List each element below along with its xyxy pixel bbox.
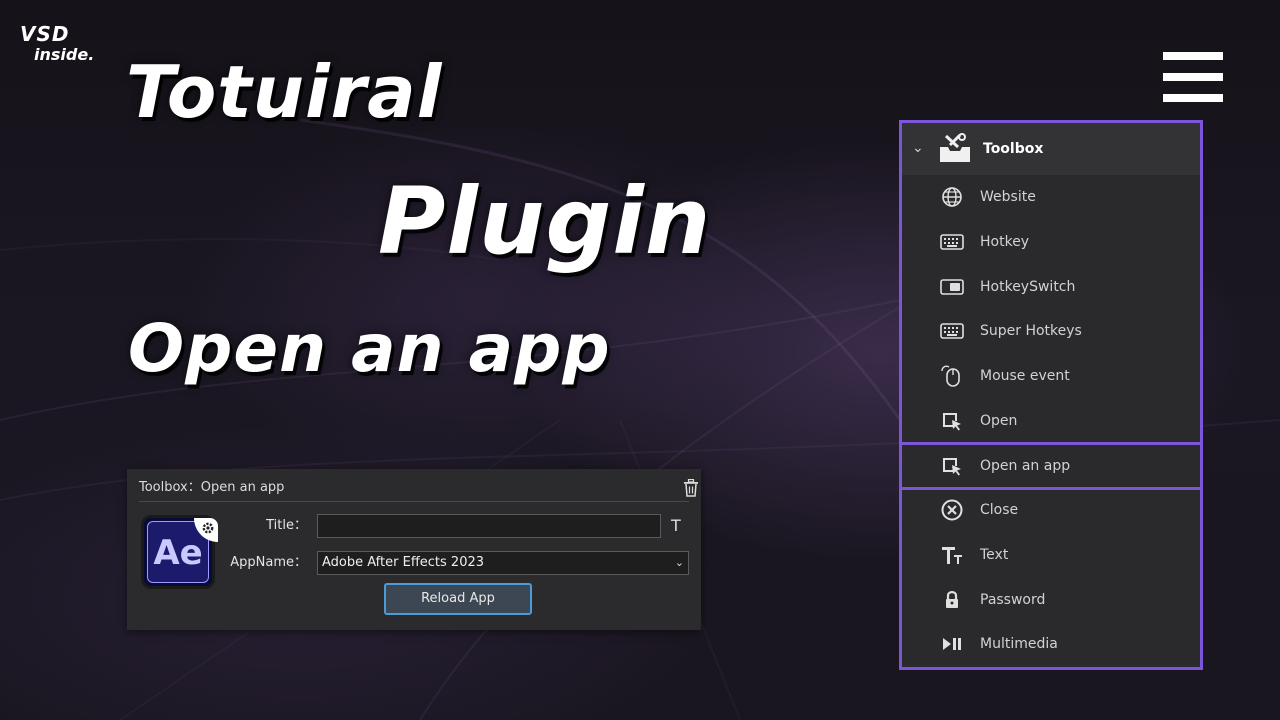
toolbox-item-label: Password bbox=[980, 592, 1046, 608]
editor-breadcrumb: Toolbox：Open an app bbox=[139, 480, 285, 495]
toolbox-title: Toolbox bbox=[983, 141, 1044, 157]
appname-label: AppName： bbox=[230, 555, 307, 570]
brand-logo: VSD inside. bbox=[16, 22, 114, 66]
trash-icon[interactable] bbox=[683, 479, 699, 497]
hamburger-menu-icon[interactable] bbox=[1163, 52, 1223, 102]
cursor-click-icon bbox=[943, 458, 961, 476]
brand-subtitle: inside. bbox=[34, 45, 95, 64]
close-circle-icon bbox=[941, 499, 963, 521]
cursor-click-icon bbox=[943, 413, 961, 431]
toolbox-item-open-an-app[interactable]: Open an app bbox=[902, 444, 1200, 488]
text-icon bbox=[942, 547, 962, 564]
toolbox-header[interactable]: ⌄ Toolbox bbox=[902, 123, 1200, 175]
toolbox-item-super-hotkeys[interactable]: Super Hotkeys bbox=[902, 309, 1200, 353]
editor-header: Toolbox：Open an app bbox=[139, 475, 698, 502]
toolbox-item-website[interactable]: Website bbox=[902, 175, 1200, 219]
after-effects-app-icon[interactable]: Ae bbox=[141, 515, 218, 589]
chevron-down-icon: ⌄ bbox=[674, 556, 684, 569]
appname-select[interactable]: Adobe After Effects 2023 ⌄ bbox=[317, 551, 689, 575]
keyboard-icon bbox=[940, 323, 964, 339]
toolbox-item-hotkey[interactable]: Hotkey bbox=[902, 220, 1200, 264]
toolbox-item-label: Text bbox=[980, 547, 1009, 563]
toolbox-item-password[interactable]: Password bbox=[902, 578, 1200, 622]
toolbox-item-label: Super Hotkeys bbox=[980, 323, 1082, 339]
mouse-icon bbox=[941, 365, 960, 387]
toolbox-item-open[interactable]: Open bbox=[902, 399, 1200, 443]
play-pause-icon bbox=[943, 638, 961, 650]
toolbox-item-label: Open bbox=[980, 413, 1018, 429]
app-settings-gear-icon[interactable] bbox=[194, 518, 218, 542]
toolbox-item-close[interactable]: Close bbox=[902, 488, 1200, 532]
toolbox-item-label: HotkeySwitch bbox=[980, 279, 1076, 295]
toolbox-item-label: Open an app bbox=[980, 458, 1071, 474]
chevron-down-icon[interactable]: ⌄ bbox=[912, 137, 924, 159]
toolbox-icon bbox=[940, 133, 970, 162]
text-format-icon[interactable]: T bbox=[671, 515, 681, 537]
appname-selected-value: Adobe After Effects 2023 bbox=[322, 555, 485, 570]
title-label: Title： bbox=[266, 518, 307, 533]
toggle-icon bbox=[940, 279, 964, 295]
toolbox-item-mouse-event[interactable]: Mouse event bbox=[902, 354, 1200, 398]
lock-icon bbox=[946, 591, 958, 608]
toolbox-item-multimedia[interactable]: Multimedia bbox=[902, 622, 1200, 666]
headline-tutorial: Totuiral bbox=[126, 50, 443, 134]
keyboard-icon bbox=[940, 234, 964, 250]
reload-app-button[interactable]: Reload App bbox=[384, 583, 532, 615]
toolbox-item-label: Hotkey bbox=[980, 234, 1030, 250]
toolbox-item-hotkeyswitch[interactable]: HotkeySwitch bbox=[902, 265, 1200, 309]
toolbox-item-label: Multimedia bbox=[980, 636, 1058, 652]
headline-open-an-app: Open an app bbox=[128, 310, 611, 387]
brand-mark-text: VSD bbox=[20, 22, 70, 46]
toolbox-item-label: Website bbox=[980, 189, 1036, 205]
toolbox-item-label: Close bbox=[980, 502, 1019, 518]
title-input[interactable] bbox=[317, 514, 661, 538]
open-app-editor-panel: Toolbox：Open an app Ae Title： T AppName：… bbox=[127, 469, 701, 630]
toolbox-item-label: Mouse event bbox=[980, 368, 1070, 384]
globe-icon bbox=[942, 187, 962, 207]
toolbox-panel: ⌄ Toolbox Website Hotkey HotkeySwitch Su… bbox=[899, 120, 1203, 670]
toolbox-item-text[interactable]: Text bbox=[902, 533, 1200, 577]
headline-plugin: Plugin bbox=[378, 168, 712, 275]
